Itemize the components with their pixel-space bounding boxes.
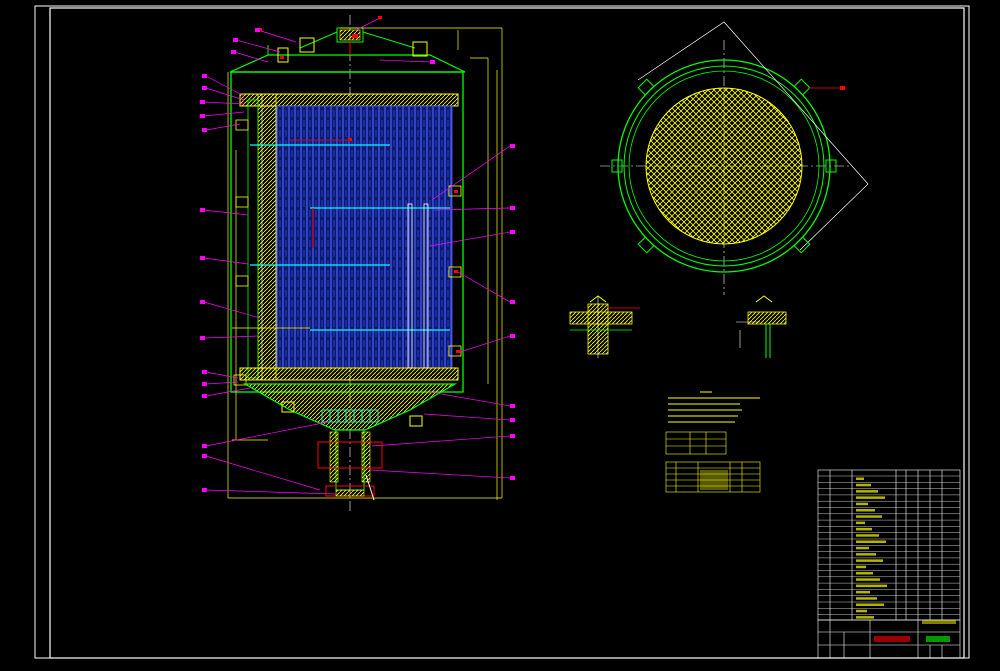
nozzle-table — [665, 461, 761, 493]
cad-drawing-canvas[interactable] — [0, 0, 1000, 666]
bom-entry-mark — [856, 572, 873, 575]
detail-view-b — [736, 295, 787, 358]
bom-entry-mark — [856, 590, 870, 594]
tube-sheet-grid — [645, 87, 803, 245]
bom-entry-mark — [856, 490, 878, 493]
bom-entry-mark — [856, 603, 884, 606]
bom-entry-mark — [856, 477, 864, 480]
lower-tube-sheet — [239, 367, 459, 381]
bom-entry-mark — [856, 546, 869, 550]
bom-entries — [856, 477, 887, 619]
spec-table — [665, 431, 727, 455]
bom-entry-mark — [856, 584, 887, 588]
top-head — [229, 54, 466, 73]
technical-notes — [668, 391, 760, 423]
bom-entry-mark — [856, 559, 883, 562]
bom-entry-mark — [856, 509, 875, 512]
plan-view[interactable] — [600, 21, 869, 295]
bom-entry-mark — [856, 534, 879, 537]
bom-entry-mark — [856, 578, 880, 581]
bom-entry-mark — [856, 597, 877, 600]
bom-entry-mark — [856, 565, 866, 569]
bom-entry-mark — [856, 527, 872, 531]
bom-table — [817, 469, 961, 621]
bom-entry-mark — [856, 515, 882, 518]
title-company — [926, 636, 950, 642]
bom-entry-mark — [856, 540, 886, 543]
bom-entry-mark — [856, 609, 867, 613]
bottom-cone — [242, 383, 458, 431]
bom-rows — [818, 475, 960, 615]
detail-view-a — [569, 295, 640, 358]
vessel-section-view[interactable] — [200, 15, 515, 512]
bom-entry-mark — [856, 553, 876, 556]
bom-entry-mark — [856, 521, 865, 525]
title-drawing-name — [874, 636, 910, 642]
bom-entry-mark — [856, 616, 874, 619]
bom-entry-mark — [856, 502, 868, 506]
bom-entry-mark — [856, 496, 885, 499]
side-wall — [257, 93, 277, 381]
bom-entry-mark — [856, 483, 871, 487]
